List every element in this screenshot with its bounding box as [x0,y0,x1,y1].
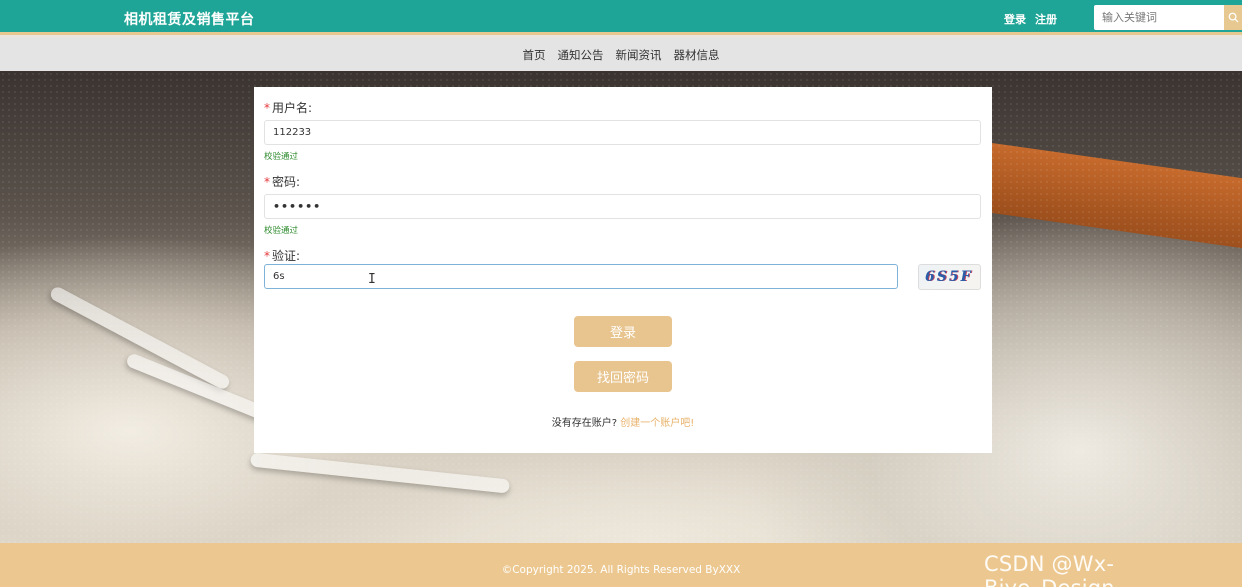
captcha-input[interactable] [264,264,898,289]
nav-item-notices[interactable]: 通知公告 [558,47,604,63]
recover-password-button[interactable]: 找回密码 [574,361,672,392]
username-validation-text: 校验通过 [264,152,299,162]
top-header: 相机租赁及销售平台 登录 注册 [0,0,1242,35]
password-validation-text: 校验通过 [264,226,299,236]
username-input[interactable] [264,120,981,145]
required-marker: * [264,175,270,189]
search-icon [1228,12,1239,23]
search-button[interactable] [1224,5,1242,30]
main-nav: 首页 通知公告 新闻资讯 器材信息 [0,38,1242,71]
search-input[interactable] [1094,5,1225,30]
text-cursor-icon: I [368,272,376,287]
username-label-text: 用户名: [272,101,313,115]
captcha-image[interactable]: 6S5F [918,264,981,290]
username-label: * 用户名: [264,99,312,116]
password-label: * 密码: [264,173,300,190]
register-link[interactable]: 创建一个账户吧! [620,418,694,429]
header-login-link[interactable]: 登录 [1004,11,1026,27]
register-prompt: 没有存在账户? 创建一个账户吧! [254,414,992,429]
header-register-link[interactable]: 注册 [1035,11,1057,27]
login-form-card: *用户名: 校验通过 *密码: 校验通过 *验证: 6S5F 登录 找回密码 没… [254,87,992,453]
nav-item-home[interactable]: 首页 [523,47,546,63]
nav-item-news[interactable]: 新闻资讯 [616,47,662,63]
captcha-image-text: 6S5F [925,269,973,285]
nav-item-equipment[interactable]: 器材信息 [674,47,720,63]
login-button[interactable]: 登录 [574,316,672,347]
password-input[interactable] [264,194,981,219]
register-prompt-text: 没有存在账户? [551,418,618,429]
site-title: 相机租赁及销售平台 [124,12,255,28]
required-marker: * [264,101,270,115]
captcha-label-text: 验证: [272,249,301,263]
password-label-text: 密码: [272,175,301,189]
required-marker: * [264,249,270,263]
captcha-label: * 验证: [264,247,300,264]
watermark-text: CSDN @Wx-Biye_Design [984,552,1115,587]
